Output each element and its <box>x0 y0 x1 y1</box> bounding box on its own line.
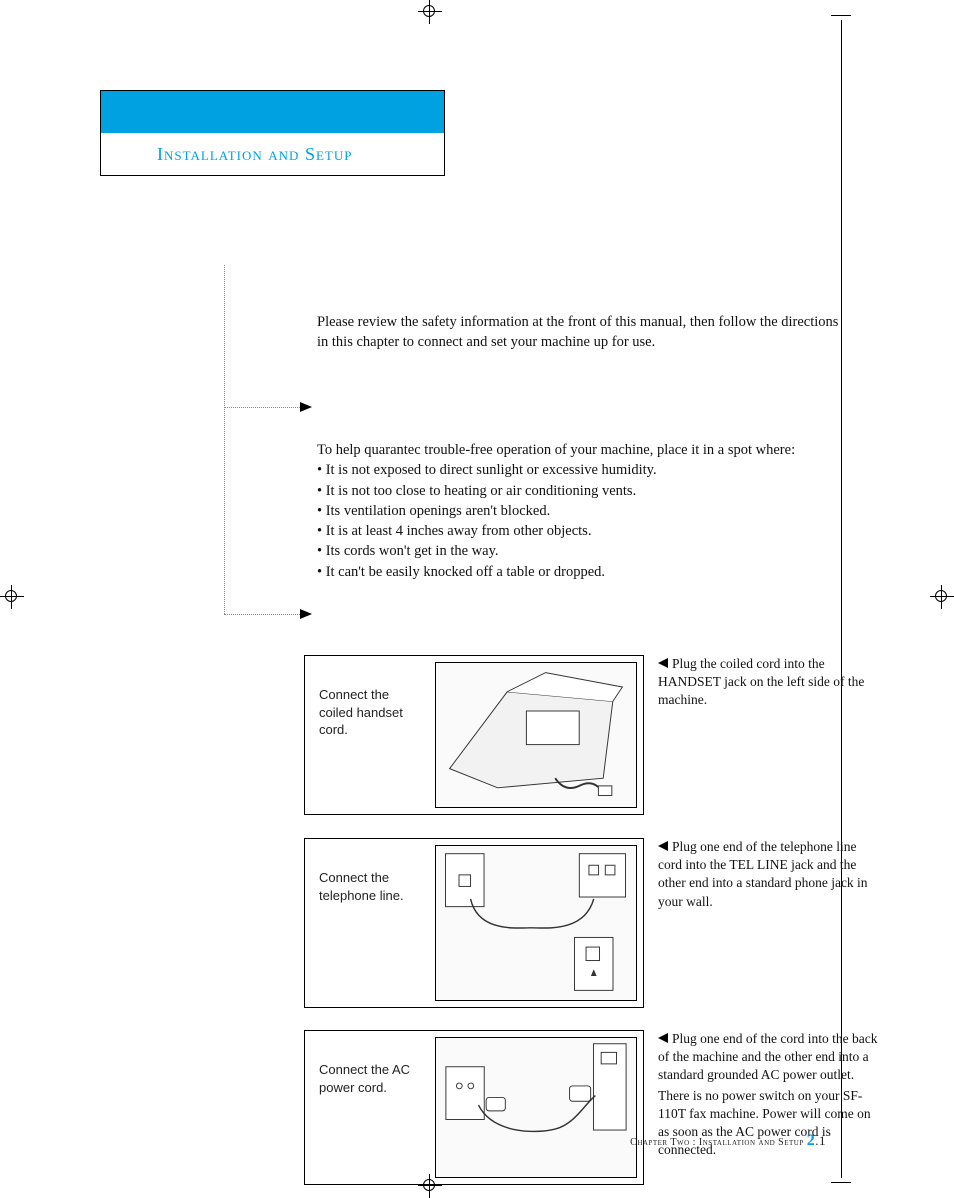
step-description: Plug the coiled cord into the HANDSET ja… <box>658 655 880 710</box>
placement-guidelines: To help quarantec trouble-free operation… <box>317 440 847 582</box>
bullet-item: • It is not too close to heating or air … <box>317 481 847 501</box>
connector-vertical <box>224 265 225 614</box>
bullet-item: • Its ventilation openings aren't blocke… <box>317 501 847 521</box>
arrow-icon <box>300 402 312 412</box>
chapter-header: Installation and Setup <box>100 90 445 176</box>
page-trim-right <box>841 20 842 1178</box>
chapter-title: Installation and Setup <box>101 133 444 175</box>
header-blue-bar <box>101 91 444 133</box>
crop-mark-left <box>0 585 24 609</box>
step-description: Plug one end of the telephone line cord … <box>658 838 880 911</box>
intro-paragraph: Please review the safety information at … <box>317 312 847 353</box>
bullet-item: • It is at least 4 inches away from othe… <box>317 521 847 541</box>
step-box-handset: Connect the coiled handset cord. <box>304 655 644 815</box>
diagram-handset-cord <box>435 662 637 808</box>
bullet-item: • It is not exposed to direct sunlight o… <box>317 460 847 480</box>
step-box-power: Connect the AC power cord. <box>304 1030 644 1185</box>
triangle-bullet-icon <box>658 658 668 668</box>
triangle-bullet-icon <box>658 1033 668 1043</box>
triangle-bullet-icon <box>658 841 668 851</box>
step-label: Connect the telephone line. <box>305 839 435 1007</box>
connector-h1 <box>224 407 302 408</box>
arrow-icon <box>300 609 312 619</box>
page-number-minor: .1 <box>815 1133 826 1148</box>
guidelines-lead: To help quarantec trouble-free operation… <box>317 440 847 460</box>
page-number-major: 2 <box>807 1132 816 1149</box>
footer-chapter: Chapter Two : Installation and Setup <box>630 1137 804 1148</box>
step-label: Connect the coiled handset cord. <box>305 656 435 814</box>
diagram-telephone-line <box>435 845 637 1001</box>
diagram-ac-power <box>435 1037 637 1178</box>
step-label: Connect the AC power cord. <box>305 1031 435 1184</box>
crop-mark-right <box>930 585 954 609</box>
page-footer: Chapter Two : Installation and Setup 2.1 <box>630 1132 826 1150</box>
bullet-item: • Its cords won't get in the way. <box>317 541 847 561</box>
step-box-telephone: Connect the telephone line. <box>304 838 644 1008</box>
crop-mark-top <box>418 0 442 24</box>
bullet-item: • It can't be easily knocked off a table… <box>317 562 847 582</box>
connector-h2 <box>224 614 302 615</box>
